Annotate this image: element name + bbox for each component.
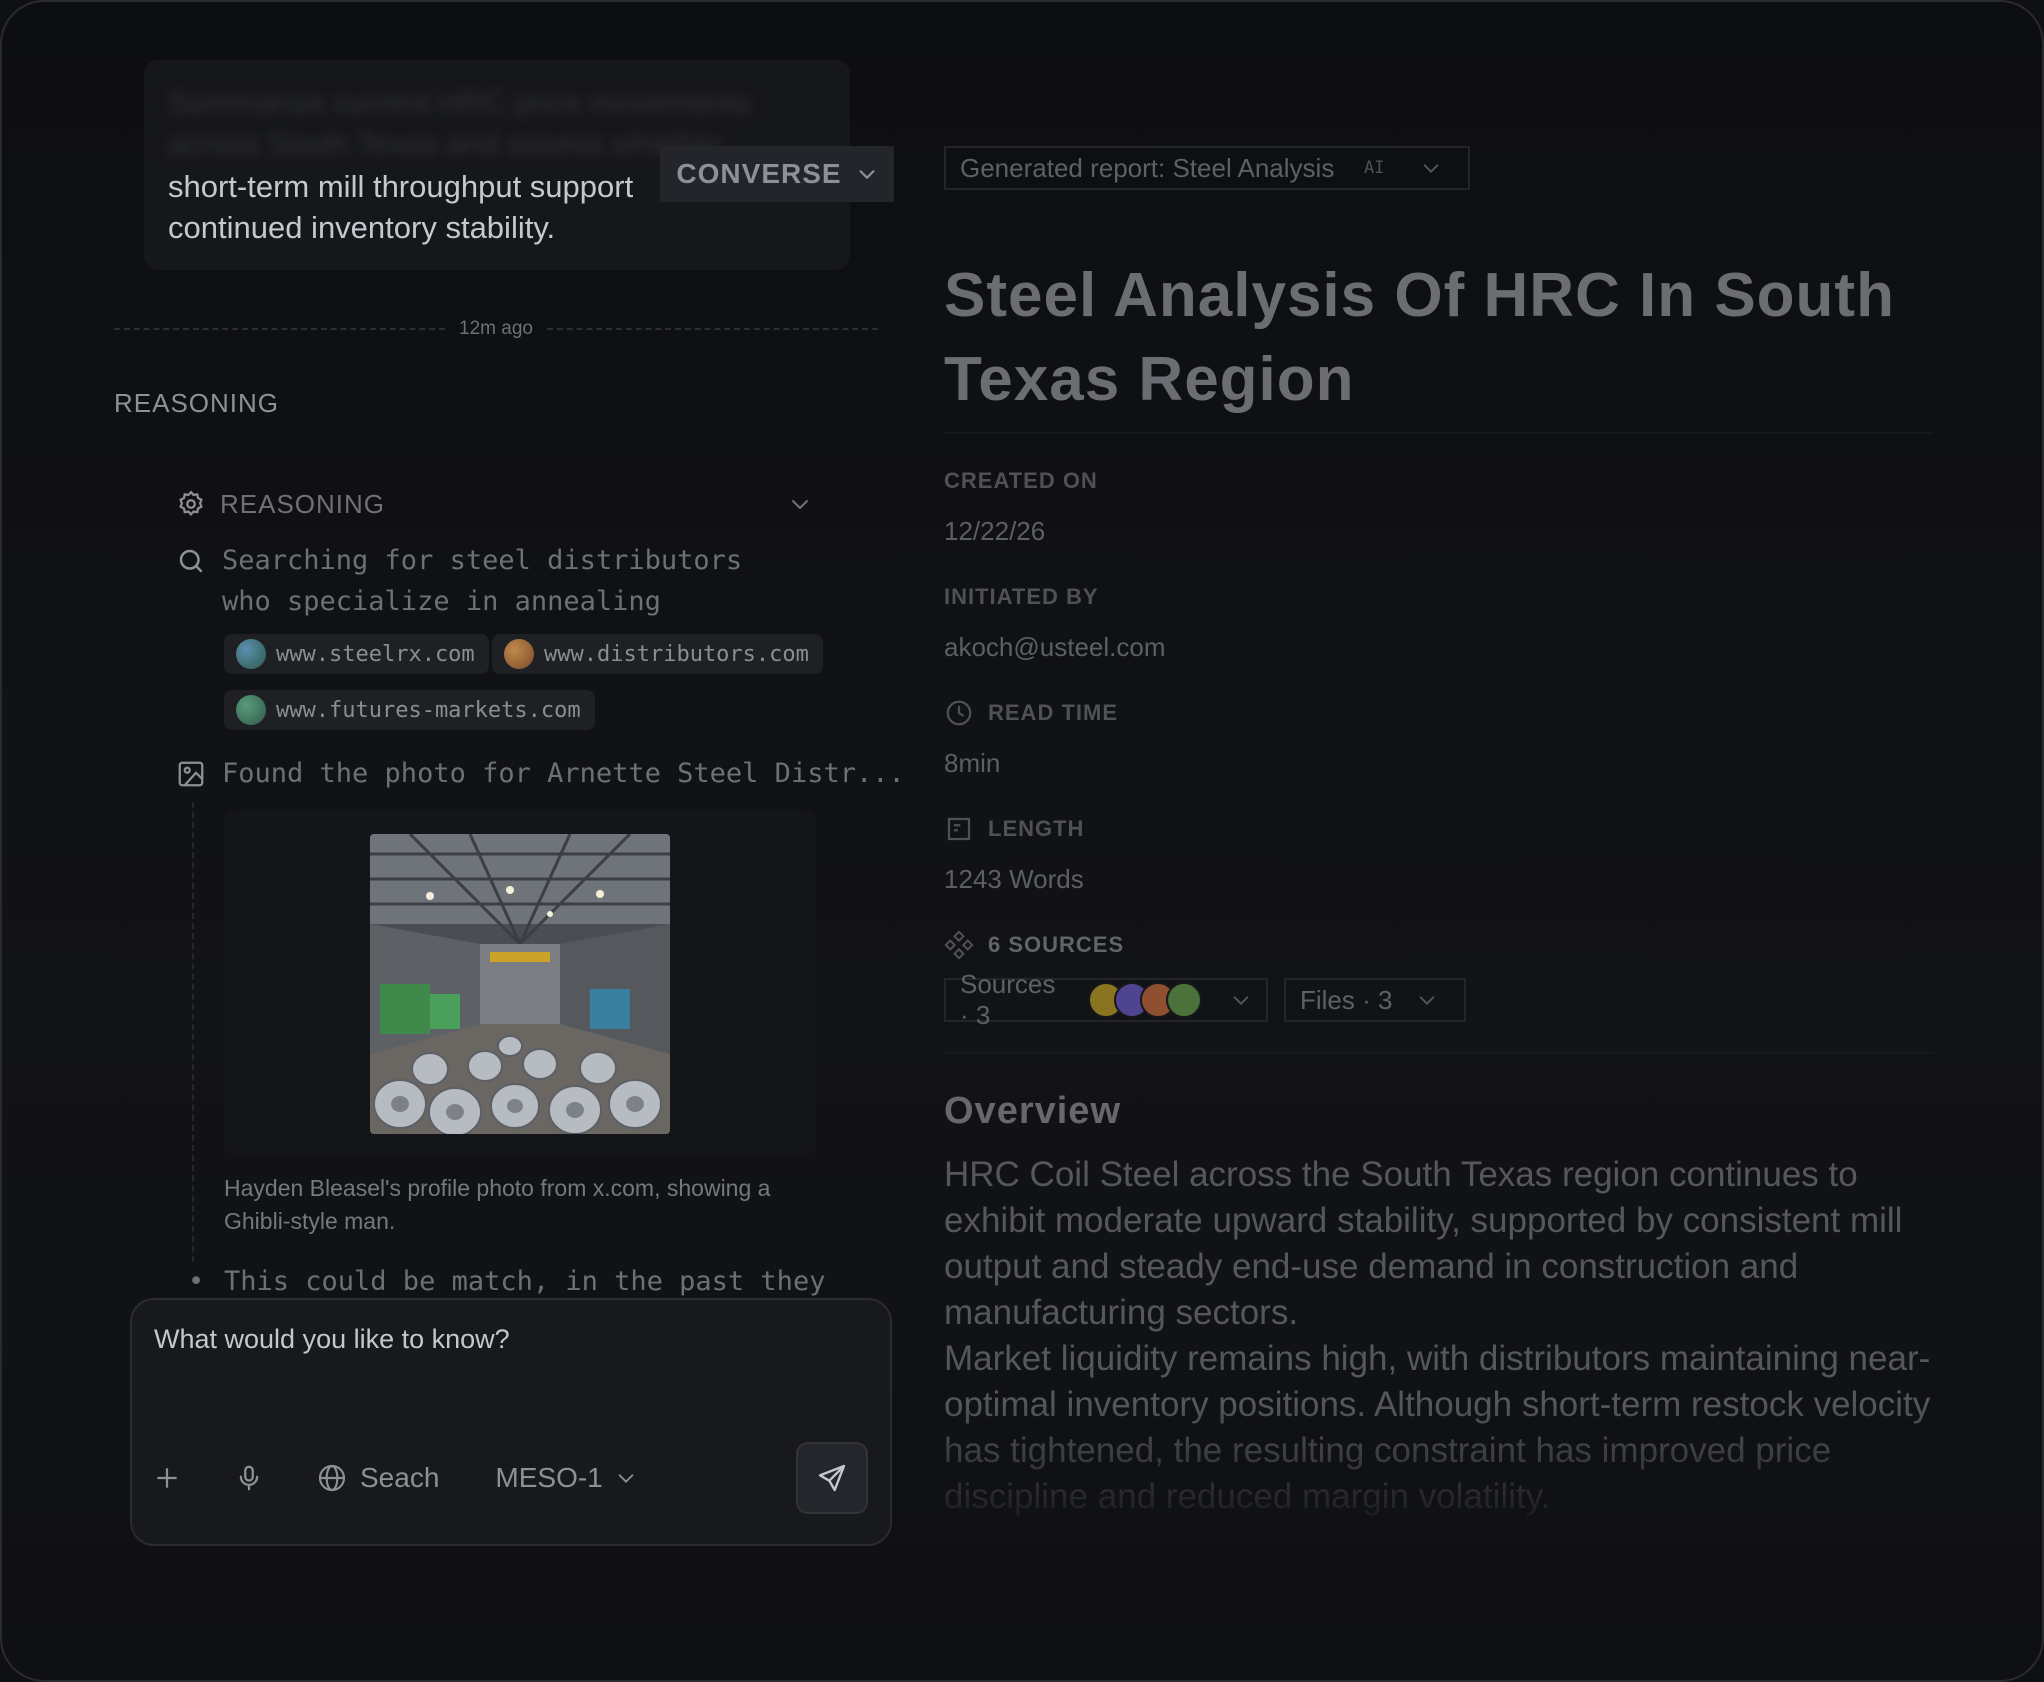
report-title: Steel Analysis Of HRC In South Texas Reg…	[944, 261, 1895, 414]
initiated-by-value: akoch@usteel.com	[944, 632, 1166, 662]
length-label: LENGTH	[944, 814, 1084, 844]
source-chip[interactable]: www.futures-markets.com	[224, 690, 595, 730]
divider	[944, 1052, 1934, 1054]
add-attachment-button[interactable]	[152, 1463, 214, 1493]
send-button[interactable]	[796, 1442, 868, 1514]
chevron-down-icon	[1416, 989, 1438, 1011]
gear-icon	[176, 489, 206, 519]
favicon-icon	[504, 639, 534, 669]
warehouse-photo[interactable]	[370, 834, 670, 1134]
overview-paragraph: Market liquidity remains high, with dist…	[944, 1339, 1931, 1516]
chat-composer[interactable]: What would you like to know? Seach MESO-…	[130, 1298, 892, 1546]
clock-icon	[944, 698, 974, 728]
chevron-down-icon	[1420, 157, 1442, 179]
source-chip[interactable]: www.distributors.com	[492, 634, 823, 674]
reasoning-step-search: Searching for steel distributors who spe…	[176, 540, 816, 622]
composer-placeholder[interactable]: What would you like to know?	[154, 1324, 510, 1355]
nodes-icon	[944, 930, 974, 960]
chevron-down-icon	[788, 492, 812, 516]
microphone-icon	[234, 1463, 264, 1493]
source-avatars	[1080, 982, 1202, 1018]
photo-step-text: Found the photo for Arnette Steel Distr.…	[222, 758, 905, 789]
composer-toolbar: Seach MESO-1	[152, 1440, 868, 1516]
source-chip-label: www.distributors.com	[544, 641, 809, 667]
search-step-text: Searching for steel distributors who spe…	[222, 545, 743, 617]
bullet-dot: •	[188, 1266, 205, 1297]
chevron-down-icon	[1230, 989, 1252, 1011]
chevron-down-icon	[615, 1467, 637, 1489]
timestamp-divider: 12m ago	[114, 314, 879, 344]
reasoning-header-label: REASONING	[220, 488, 386, 519]
search-icon	[176, 540, 206, 622]
created-on-value: 12/22/26	[944, 516, 1046, 546]
length-value: 1243 Words	[944, 864, 1084, 894]
search-toggle-label: Seach	[360, 1462, 440, 1493]
report-selector[interactable]: Generated report: Steel Analysis AI	[944, 146, 1470, 190]
source-chip[interactable]: www.steelrx.com	[224, 634, 489, 674]
search-toggle-button[interactable]: Seach	[316, 1462, 439, 1494]
converse-button[interactable]: CONVERSE	[660, 146, 894, 202]
ai-badge: AI	[1364, 158, 1385, 178]
reasoning-toggle[interactable]: REASONING	[176, 484, 812, 524]
message-timestamp: 12m ago	[459, 318, 533, 339]
image-icon	[176, 759, 206, 789]
model-label: MESO-1	[495, 1462, 603, 1493]
sources-label: 6 SOURCES	[944, 930, 1124, 960]
source-chip-label: www.futures-markets.com	[276, 697, 581, 723]
reasoning-step-photo: Found the photo for Arnette Steel Distr.…	[176, 758, 905, 789]
files-dropdown-label: Files · 3	[1300, 984, 1393, 1015]
reasoning-section-title: REASONING	[114, 388, 280, 418]
read-time-value: 8min	[944, 748, 1001, 778]
send-icon	[816, 1462, 848, 1494]
favicon-icon	[236, 639, 266, 669]
report-selector-label: Generated report: Steel Analysis	[960, 152, 1335, 183]
overview-heading: Overview	[944, 1090, 1121, 1132]
sources-dropdown-label: Sources · 3	[960, 969, 1056, 1030]
document-icon	[944, 814, 974, 844]
sources-dropdown[interactable]: Sources · 3	[944, 969, 1268, 1030]
globe-icon	[316, 1462, 348, 1494]
converse-label: CONVERSE	[676, 158, 842, 189]
source-chip-label: www.steelrx.com	[276, 641, 475, 667]
initiated-by-label: INITIATED BY	[944, 584, 1099, 609]
favicon-icon	[236, 695, 266, 725]
overview-body: HRC Coil Steel across the South Texas re…	[944, 1152, 1944, 1522]
prompt-text: short-term mill throughput support conti…	[168, 169, 634, 245]
read-time-label: READ TIME	[944, 698, 1118, 728]
overview-paragraph: HRC Coil Steel across the South Texas re…	[944, 1155, 1903, 1332]
divider	[944, 432, 1934, 434]
created-on-label: CREATED ON	[944, 468, 1098, 493]
timeline-line	[192, 802, 194, 1262]
chevron-down-icon	[856, 163, 878, 185]
avatar	[1166, 982, 1202, 1018]
files-dropdown[interactable]: Files · 3	[1284, 978, 1466, 1022]
plus-icon	[152, 1463, 182, 1493]
app-window: Summarize current HRC price movements ac…	[0, 0, 2044, 1682]
bullet-text: This could be match, in the past they ha…	[224, 1266, 828, 1297]
voice-input-button[interactable]	[234, 1463, 316, 1493]
model-selector[interactable]: MESO-1	[495, 1462, 636, 1494]
photo-caption: Hayden Bleasel's profile photo from x.co…	[224, 1175, 771, 1234]
